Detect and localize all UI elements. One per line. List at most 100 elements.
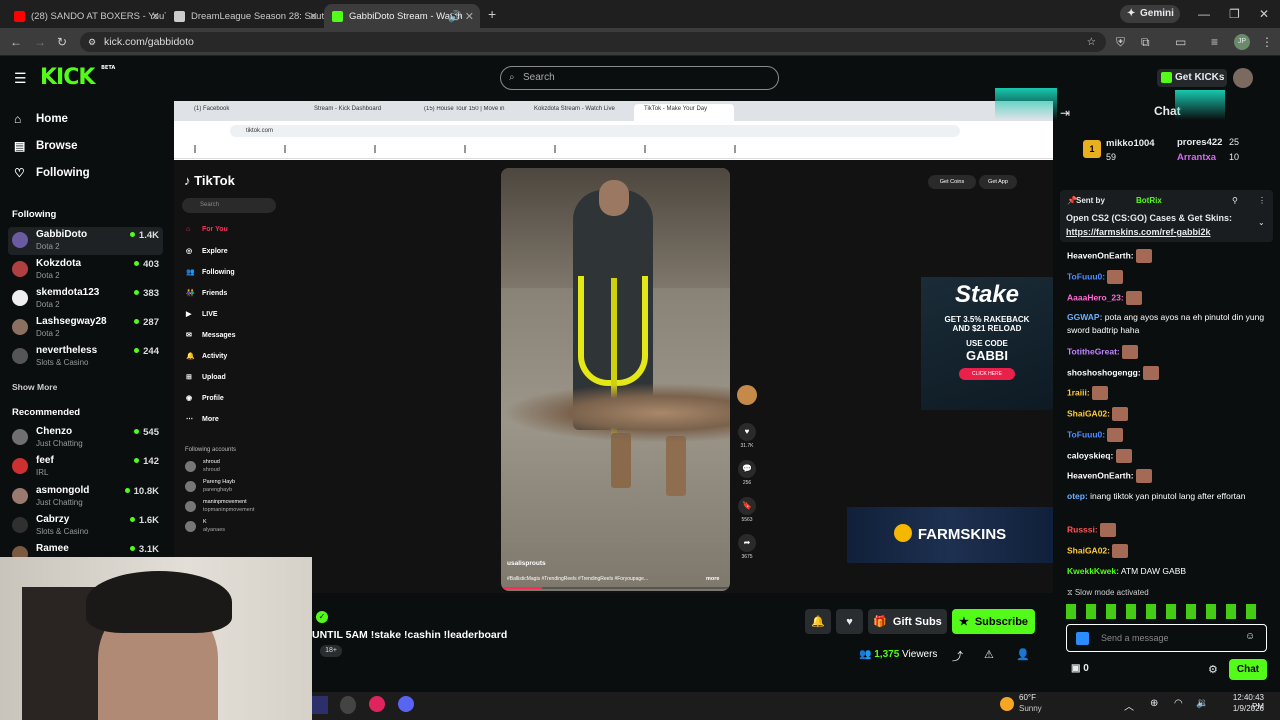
taskbar-app-media[interactable] <box>369 696 385 712</box>
kick-logo[interactable]: KICK BETA <box>40 65 115 90</box>
hamburger-icon[interactable]: ☰ <box>14 70 27 87</box>
volume-icon[interactable]: 🔉 <box>1196 698 1208 709</box>
channel-item[interactable]: Cabrzy Slots & Casino 1.6K <box>8 512 163 540</box>
taskbar-app-steam[interactable] <box>312 696 328 714</box>
sidebar-item-following[interactable]: ♡ Following <box>14 166 90 180</box>
settings-gear-icon[interactable]: ⚙ <box>1208 663 1218 676</box>
chat-username[interactable]: KwekkKwek: <box>1067 566 1119 576</box>
tab-search-icon[interactable]: ≡ <box>1211 36 1218 48</box>
url-field[interactable]: ⚙ kick.com/gabbidoto ☆ <box>80 32 1106 52</box>
extension-shield-icon[interactable]: ⛨ <box>1116 36 1125 48</box>
sidebar-item-browse[interactable]: ▤ Browse <box>14 139 78 153</box>
get-kicks-button[interactable]: Get KICKs <box>1157 69 1227 87</box>
chat-username[interactable]: shoshoshogengg: <box>1067 367 1141 377</box>
forward-icon[interactable]: → <box>34 36 46 48</box>
cast-icon[interactable]: ▭ <box>1175 36 1186 48</box>
browser-tab[interactable]: DreamLeague Season 28: South ✕ <box>166 4 324 28</box>
maximize-icon[interactable]: ❐ <box>1229 8 1240 20</box>
heart-icon: ♥ <box>738 423 756 441</box>
channel-item[interactable]: skemdota123 Dota 2 383 <box>8 285 163 313</box>
taskbar-app-obs[interactable] <box>340 696 356 714</box>
channel-item[interactable]: feef IRL 142 <box>8 453 163 481</box>
back-icon[interactable]: ← <box>10 36 22 48</box>
leader-name[interactable]: Arrantxa <box>1177 152 1216 163</box>
home-icon: ⌂ <box>14 112 22 126</box>
pinned-message[interactable]: 📌 Sent by BotRix ⚲ ⋮ Open CS2 (CS:GO) Ca… <box>1060 190 1273 242</box>
avatar <box>12 458 28 474</box>
points-value: 0 <box>1083 663 1089 674</box>
chat-username[interactable]: caloyskieq: <box>1067 450 1113 460</box>
chat-username[interactable]: HeavenOnEarth: <box>1067 470 1134 480</box>
nav-label: Browse <box>36 140 78 152</box>
channel-item[interactable]: Lashsegway28 Dota 2 287 <box>8 314 163 342</box>
subscribe-button[interactable]: ★ Subscribe <box>952 609 1035 634</box>
profile-avatar[interactable]: JP <box>1234 34 1250 50</box>
chevron-down-icon[interactable]: ⌄ <box>1258 218 1265 227</box>
channel-item[interactable]: nevertheless Slots & Casino 244 <box>8 343 163 371</box>
bookmark-star-icon[interactable]: ☆ <box>1087 32 1096 52</box>
user-avatar[interactable] <box>1233 68 1253 88</box>
extensions-icon[interactable]: ⧉ <box>1141 36 1150 48</box>
network-icon[interactable]: ⊕ <box>1150 698 1158 709</box>
send-chat-button[interactable]: Chat <box>1229 659 1267 680</box>
taskbar-app-discord[interactable] <box>398 696 414 712</box>
channel-points[interactable]: ▣ 0 <box>1071 663 1089 674</box>
pinned-menu-icon[interactable]: ⋮ <box>1258 196 1266 205</box>
share-icon[interactable]: ⤴ <box>952 648 963 664</box>
wifi-icon[interactable]: ◠ <box>1174 698 1183 709</box>
user-add-icon[interactable]: 👤 <box>1016 648 1030 661</box>
chat-username[interactable]: otep: <box>1067 491 1088 501</box>
pinned-link[interactable]: https://farmskins.com/ref-gabbi2k <box>1066 227 1211 237</box>
browser-tab-active[interactable]: GabbiDoto Stream - Watch 🔊 ✕ <box>324 4 480 28</box>
video-player[interactable]: (1) Facebook Stream - Kick Dashboard (15… <box>174 101 1053 593</box>
leader-name[interactable]: mikko1004 <box>1106 138 1155 149</box>
chat-username[interactable]: 1raiii: <box>1067 387 1090 397</box>
chat-username[interactable]: ShaiGA02: <box>1067 408 1110 418</box>
stake-ad[interactable]: Stake GET 3.5% RAKEBACK AND $21 RELOAD U… <box>921 277 1053 410</box>
chat-username[interactable]: ShaiGA02: <box>1067 545 1110 555</box>
chat-message: shoshoshogengg: <box>1067 366 1267 380</box>
inner-tab: (1) Facebook <box>194 106 230 112</box>
gift-subs-button[interactable]: 🎁 Gift Subs <box>868 609 947 634</box>
emote-bar[interactable] <box>1066 604 1266 619</box>
menu-kebab-icon[interactable]: ⋮ <box>1261 36 1273 48</box>
channel-item[interactable]: asmongold Just Chatting 10.8K <box>8 483 163 511</box>
close-icon[interactable]: ✕ <box>309 10 318 23</box>
tray-chevron-icon[interactable]: ︿ <box>1124 698 1134 713</box>
sidebar-item-home[interactable]: ⌂ Home <box>14 112 68 126</box>
chat-username[interactable]: Russsi: <box>1067 524 1098 534</box>
channel-item[interactable]: Kokzdota Dota 2 403 <box>8 256 163 284</box>
collapse-chat-icon[interactable]: ⇥ <box>1060 106 1070 120</box>
close-icon[interactable]: ✕ <box>465 10 474 23</box>
age-badge: 18+ <box>320 645 342 657</box>
channel-name: Kokzdota <box>36 258 81 269</box>
channel-item[interactable]: GabbiDoto Dota 2 1.4K <box>8 227 163 255</box>
chat-username[interactable]: HeavenOnEarth: <box>1067 250 1134 260</box>
follow-button[interactable]: ♥ <box>836 609 863 634</box>
channel-item[interactable]: Chenzo Just Chatting 545 <box>8 424 163 452</box>
emoji-icon[interactable]: ☺ <box>1245 631 1255 642</box>
leader-name[interactable]: prores422 <box>1177 137 1222 148</box>
reload-icon[interactable]: ↻ <box>57 36 67 48</box>
chat-username[interactable]: AaaaHero_23: <box>1067 292 1124 302</box>
gemini-button[interactable]: ✦ Gemini <box>1120 5 1180 23</box>
new-tab-icon[interactable]: + <box>488 7 496 21</box>
pin-toggle-icon[interactable]: ⚲ <box>1232 196 1238 205</box>
audio-icon[interactable]: 🔊 <box>448 10 462 23</box>
close-window-icon[interactable]: ✕ <box>1259 8 1269 20</box>
chat-input[interactable]: Send a message ☺ <box>1066 624 1267 652</box>
close-icon[interactable]: ✕ <box>151 10 160 23</box>
show-more-link[interactable]: Show More <box>12 382 57 392</box>
site-info-icon[interactable]: ⚙ <box>88 32 96 52</box>
chat-username[interactable]: ToFuuu0: <box>1067 271 1105 281</box>
chat-username[interactable]: ToFuuu0: <box>1067 429 1105 439</box>
notification-button[interactable]: 🔔 <box>805 609 831 634</box>
browser-tab[interactable]: (28) SANDO AT BOXERS - YouT ✕ <box>6 4 166 28</box>
kick-icon <box>332 10 343 22</box>
minimize-icon[interactable]: — <box>1198 8 1210 20</box>
report-icon[interactable]: ⚠ <box>984 648 994 661</box>
chat-username[interactable]: GGWAP: <box>1067 312 1102 322</box>
chat-username[interactable]: TotitheGreat: <box>1067 346 1120 356</box>
farmskins-banner[interactable]: FARMSKINS <box>847 507 1053 563</box>
search-input[interactable]: ⌕ Search <box>500 66 779 90</box>
